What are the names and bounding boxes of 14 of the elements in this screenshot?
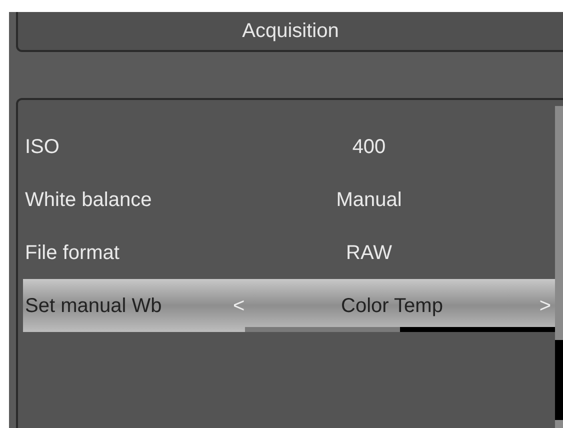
setting-value: 400	[352, 134, 386, 160]
setting-row[interactable]: ISO 400	[23, 120, 555, 173]
setting-label: Set manual Wb	[24, 294, 163, 318]
scrollbar[interactable]	[555, 106, 563, 428]
header-title: Acquisition	[242, 19, 339, 44]
setting-label: ISO	[24, 134, 60, 160]
setting-value: Color Temp	[341, 294, 443, 318]
setting-label: File format	[24, 240, 120, 266]
setting-row[interactable]: White balance Manual	[23, 173, 555, 226]
setting-row[interactable]: File format RAW	[23, 226, 555, 279]
scrollbar-thumb[interactable]	[555, 340, 563, 420]
setting-value: RAW	[346, 240, 392, 266]
setting-label: White balance	[24, 188, 153, 212]
setting-value: Manual	[336, 188, 402, 212]
